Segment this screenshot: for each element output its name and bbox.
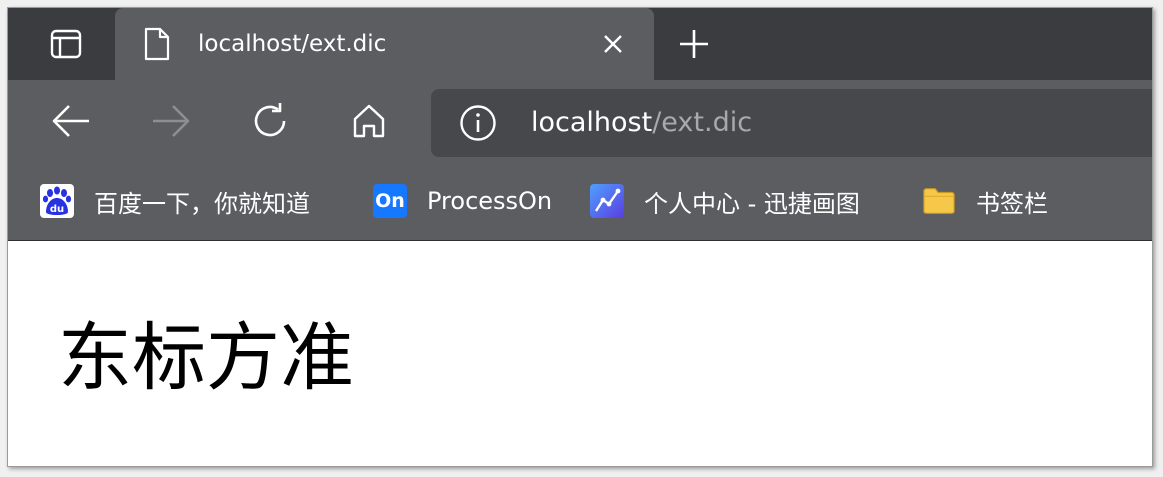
close-icon [604,35,622,53]
toolbar: localhost/ext.dic [8,80,1152,166]
page-body-text: 东标方准 [58,315,354,401]
tab-active[interactable]: localhost/ext.dic [115,8,654,80]
tab-actions-icon [50,29,82,59]
bookmark-processon[interactable]: On ProcessOn [373,182,552,220]
url-host: localhost [531,107,653,138]
plus-icon [680,30,708,58]
url-path: /ext.dic [652,107,753,138]
bookmark-label: 个人中心 - 迅捷画图 [644,189,860,218]
home-button[interactable] [346,98,392,144]
bookmarks-bar: du 百度一下，你就知道 On ProcessOn 个人中心 - 迅捷画图 书签… [8,166,1152,241]
processon-icon: On [373,184,407,218]
page-content: 东标方准 [8,241,1152,466]
info-icon[interactable] [459,104,497,146]
tab-strip: localhost/ext.dic [8,8,1152,80]
xunjie-chart-icon [590,184,624,218]
bookmark-label: 书签栏 [976,189,1048,218]
back-button[interactable] [48,98,94,144]
refresh-icon [254,103,286,137]
new-tab-button[interactable] [676,26,712,62]
forward-button[interactable] [148,98,194,144]
back-arrow-icon [52,105,89,137]
svg-text:du: du [50,204,64,215]
processon-icon-text: On [375,190,405,212]
bookmark-baidu[interactable]: du 百度一下，你就知道 [40,182,310,220]
forward-arrow-icon [153,105,190,137]
bookmark-folder[interactable]: 书签栏 [922,182,1048,220]
close-tab-button[interactable] [599,30,627,58]
baidu-icon: du [40,184,74,218]
refresh-button[interactable] [247,98,293,144]
page-icon [143,27,171,65]
browser-window: localhost/ext.dic localhost/ext.dic du 百… [7,7,1153,467]
tab-actions-button[interactable] [26,18,106,70]
url-text[interactable]: localhost/ext.dic [531,106,752,140]
address-bar[interactable]: localhost/ext.dic [431,89,1152,157]
bookmark-label: 百度一下，你就知道 [94,189,310,218]
tab-title: localhost/ext.dic [198,31,387,57]
folder-icon [922,184,956,218]
bookmark-xunjie[interactable]: 个人中心 - 迅捷画图 [590,182,860,220]
bookmark-label: ProcessOn [427,187,553,215]
home-icon [353,104,385,138]
